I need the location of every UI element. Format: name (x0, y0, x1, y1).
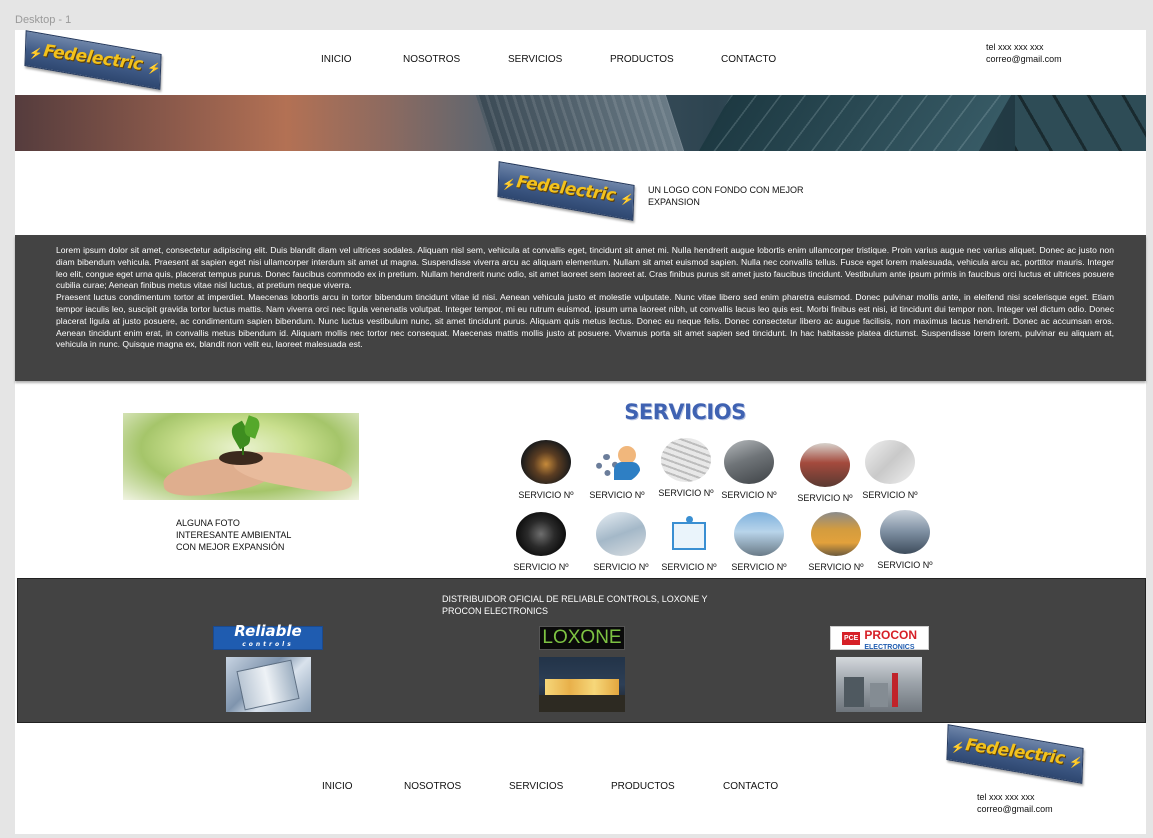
distributor-title: DISTRIBUIDOR OFICIAL DE RELIABLE CONTROL… (442, 594, 708, 616)
service-image (800, 443, 850, 487)
service-item[interactable]: SERVICIO Nº (719, 512, 799, 572)
reliable-controls-logo[interactable]: Reliable controls (213, 624, 323, 650)
frame-label: Desktop - 1 (15, 14, 72, 26)
services-title: SERVICIOS (624, 400, 746, 424)
service-image (592, 440, 642, 484)
logo-tagline: UN LOGO CON FONDO CON MEJOR EXPANSION (648, 185, 804, 207)
reliable-product-image (226, 657, 311, 712)
service-image (724, 440, 774, 484)
nav-servicios[interactable]: SERVICIOS (508, 54, 610, 65)
service-image (880, 510, 930, 554)
hero-banner-image (15, 95, 1146, 151)
header-nav: INICIO NOSOTROS SERVICIOS PRODUCTOS CONT… (321, 54, 791, 65)
service-image (664, 512, 714, 556)
paragraph: Lorem ipsum dolor sit amet, consectetur … (56, 245, 1114, 291)
bolt-icon: ⚡ (1068, 756, 1084, 770)
nav-nosotros[interactable]: NOSOTROS (403, 54, 508, 65)
photo-caption: ALGUNA FOTO INTERESANTE AMBIENTAL CON ME… (176, 518, 292, 552)
intro-logo: ⚡ Fedelectric ⚡ (497, 161, 635, 221)
service-image (811, 512, 861, 556)
about-text-band: Lorem ipsum dolor sit amet, consectetur … (15, 235, 1146, 381)
service-image (521, 440, 571, 484)
procon-logo[interactable]: PCE PROCON ELECTRONICS (830, 626, 929, 651)
footer-contact: tel xxx xxx xxx correo@gmail.com (977, 791, 1053, 815)
header-logo[interactable]: ⚡ Fedelectric ⚡ (24, 30, 162, 90)
service-image (734, 512, 784, 556)
loxone-house-image (539, 657, 625, 712)
service-item[interactable]: SERVICIO Nº (506, 440, 586, 500)
nav-contacto[interactable]: CONTACTO (721, 54, 791, 65)
nav-inicio[interactable]: INICIO (321, 54, 403, 65)
service-image (865, 440, 915, 484)
footer-nav: INICIO NOSOTROS SERVICIOS PRODUCTOS CONT… (322, 781, 793, 792)
service-item[interactable]: SERVICIO Nº (649, 512, 729, 572)
bolt-icon: ⚡ (146, 62, 162, 76)
nav-inicio[interactable]: INICIO (322, 781, 404, 792)
bolt-icon: ⚡ (619, 193, 635, 207)
service-image (661, 438, 711, 482)
service-item[interactable]: SERVICIO Nº (501, 512, 581, 572)
footer-logo[interactable]: ⚡ Fedelectric ⚡ (946, 724, 1084, 784)
service-item[interactable]: SERVICIO Nº (865, 510, 945, 570)
distributor-band: DISTRIBUIDOR OFICIAL DE RELIABLE CONTROL… (17, 578, 1146, 723)
nav-productos[interactable]: PRODUCTOS (611, 781, 723, 792)
nav-productos[interactable]: PRODUCTOS (610, 54, 721, 65)
procon-factory-image (836, 657, 922, 712)
desktop-frame: ⚡ Fedelectric ⚡ INICIO NOSOTROS SERVICIO… (15, 30, 1146, 834)
header-contact: tel xxx xxx xxx correo@gmail.com (986, 41, 1062, 65)
email-text[interactable]: correo@gmail.com (986, 53, 1062, 65)
service-item[interactable]: SERVICIO Nº (796, 512, 876, 572)
nav-servicios[interactable]: SERVICIOS (509, 781, 611, 792)
nav-nosotros[interactable]: NOSOTROS (404, 781, 509, 792)
service-image (596, 512, 646, 556)
environment-photo (123, 413, 359, 500)
service-item[interactable]: SERVICIO Nº (709, 440, 789, 500)
paragraph: Praesent luctus condimentum tortor at im… (56, 292, 1114, 350)
phone-text: tel xxx xxx xxx (986, 42, 1044, 52)
loxone-logo[interactable]: LOXONE (539, 626, 625, 650)
service-item[interactable]: SERVICIO Nº (850, 440, 930, 500)
nav-contacto[interactable]: CONTACTO (723, 781, 793, 792)
service-item[interactable]: SERVICIO Nº (577, 440, 657, 500)
service-image (516, 512, 566, 556)
email-text[interactable]: correo@gmail.com (977, 803, 1053, 815)
phone-text: tel xxx xxx xxx (977, 792, 1035, 802)
